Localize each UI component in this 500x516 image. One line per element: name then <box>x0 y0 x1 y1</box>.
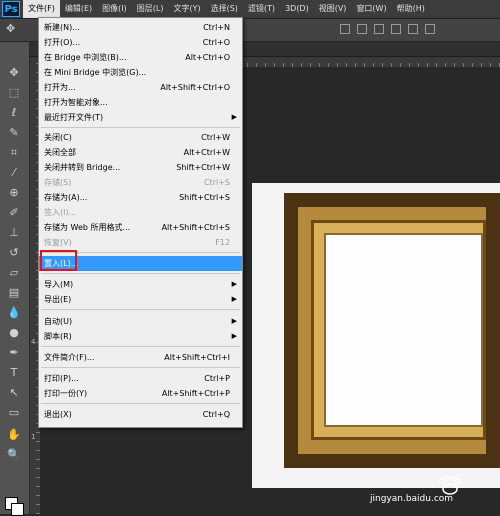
menu-item-exit[interactable]: 退出(X) Ctrl+Q <box>39 407 242 422</box>
shape-icon[interactable]: ▭ <box>6 406 22 420</box>
menu-item-save[interactable]: 存储(S) Ctrl+S <box>39 175 242 190</box>
menu-item-open-smart-object[interactable]: 打开为智能对象... <box>39 95 242 110</box>
path-select-icon[interactable]: ↖ <box>6 386 22 400</box>
healing-brush-icon[interactable]: ⊕ <box>6 186 22 200</box>
submenu-arrow-icon: ▶ <box>231 295 237 303</box>
menu-edit[interactable]: 编辑(E) <box>60 0 97 18</box>
blur-icon[interactable]: 💧 <box>6 306 22 320</box>
align-top-icon[interactable] <box>340 24 350 34</box>
menu-separator <box>41 346 240 347</box>
menu-separator <box>41 367 240 368</box>
menu-item-revert[interactable]: 恢复(V) F12 <box>39 235 242 250</box>
menu-item-save-for-web[interactable]: 存储为 Web 所用格式... Alt+Shift+Ctrl+S <box>39 220 242 235</box>
align-center-icon[interactable] <box>408 24 418 34</box>
menu-item-check-in[interactable]: 签入(I)... <box>39 205 242 220</box>
marquee-icon[interactable]: ⬚ <box>6 86 22 100</box>
menu-item-export[interactable]: 导出(E) ▶ <box>39 292 242 307</box>
pen-icon[interactable]: ✒ <box>6 346 22 360</box>
background-color-swatch[interactable] <box>11 503 24 516</box>
photoshop-logo: Ps <box>2 1 20 17</box>
submenu-arrow-icon: ▶ <box>231 280 237 288</box>
brush-icon[interactable]: ✐ <box>6 206 22 220</box>
file-menu-dropdown: 新建(N)... Ctrl+N 打开(O)... Ctrl+O 在 Bridge 中… <box>38 17 243 428</box>
clone-stamp-icon[interactable]: ⊥ <box>6 226 22 240</box>
move-tool-icon[interactable]: ✥ <box>6 22 20 36</box>
hand-icon[interactable]: ✋ <box>6 428 22 442</box>
menu-item-close[interactable]: 关闭(C) Ctrl+W <box>39 130 242 145</box>
menu-item-browse-bridge[interactable]: 在 Bridge 中浏览(B)... Alt+Ctrl+O <box>39 50 242 65</box>
move-icon[interactable]: ✥ <box>6 66 22 80</box>
picture-frame-image <box>284 193 500 468</box>
ruler-label: 4 <box>31 338 36 346</box>
zoom-icon[interactable]: 🔍 <box>6 448 22 462</box>
gradient-icon[interactable]: ▤ <box>6 286 22 300</box>
crop-icon[interactable]: ⌗ <box>6 146 22 160</box>
menu-window[interactable]: 窗口(W) <box>351 0 391 18</box>
baidu-paw-logo <box>438 475 462 495</box>
dodge-icon[interactable]: ● <box>6 326 22 340</box>
align-icons <box>340 24 435 34</box>
menu-item-save-as[interactable]: 存储为(A)... Shift+Ctrl+S <box>39 190 242 205</box>
menu-type[interactable]: 文字(Y) <box>168 0 205 18</box>
watermark-text: jingyan.baidu.com <box>370 494 454 504</box>
menu-separator <box>41 403 240 404</box>
menu-3d[interactable]: 3D(D) <box>280 0 314 18</box>
menu-help[interactable]: 帮助(H) <box>392 0 430 18</box>
align-bottom-icon[interactable] <box>374 24 384 34</box>
menu-item-close-go-bridge[interactable]: 关闭并转到 Bridge... Shift+Ctrl+W <box>39 160 242 175</box>
menu-item-file-info[interactable]: 文件简介(F)... Alt+Shift+Ctrl+I <box>39 350 242 365</box>
ruler-label: 1 <box>31 433 36 441</box>
menu-select[interactable]: 选择(S) <box>206 0 243 18</box>
submenu-arrow-icon: ▶ <box>231 332 237 340</box>
tools-panel: ✥ ⬚ ℓ ✎ ⌗ ⁄ ⊕ ✐ ⊥ ↺ ▱ ▤ 💧 ● ✒ T ↖ ▭ ✋ 🔍 <box>0 42 30 516</box>
frame-molding <box>311 220 486 440</box>
eyedropper-icon[interactable]: ⁄ <box>6 166 22 180</box>
menu-separator <box>41 127 240 128</box>
menu-item-scripts[interactable]: 脚本(R) ▶ <box>39 329 242 344</box>
menu-layer[interactable]: 图层(L) <box>132 0 169 18</box>
menu-image[interactable]: 图像(I) <box>97 0 132 18</box>
type-icon[interactable]: T <box>6 366 22 380</box>
lasso-icon[interactable]: ℓ <box>6 106 22 120</box>
align-middle-icon[interactable] <box>357 24 367 34</box>
menu-item-print-one-copy[interactable]: 打印一份(Y) Alt+Shift+Ctrl+P <box>39 386 242 401</box>
menu-item-open-as[interactable]: 打开为... Alt+Shift+Ctrl+O <box>39 80 242 95</box>
menu-item-import[interactable]: 导入(M) ▶ <box>39 277 242 292</box>
menu-separator <box>41 273 240 274</box>
submenu-arrow-icon: ▶ <box>231 113 237 121</box>
eraser-icon[interactable]: ▱ <box>6 266 22 280</box>
align-left-icon[interactable] <box>391 24 401 34</box>
history-brush-icon[interactable]: ↺ <box>6 246 22 260</box>
menu-item-browse-mini-bridge[interactable]: 在 Mini Bridge 中浏览(G)... <box>39 65 242 80</box>
menu-view[interactable]: 视图(V) <box>314 0 352 18</box>
menu-item-recent-files[interactable]: 最近打开文件(T) ▶ <box>39 110 242 125</box>
menu-file[interactable]: 文件(F) <box>23 0 60 18</box>
menu-separator <box>41 309 240 310</box>
submenu-arrow-icon: ▶ <box>231 317 237 325</box>
menu-item-close-all[interactable]: 关闭全部 Alt+Ctrl+W <box>39 145 242 160</box>
menu-item-automate[interactable]: 自动(U) ▶ <box>39 314 242 329</box>
highlight-box <box>40 250 77 271</box>
menu-item-print[interactable]: 打印(P)... Ctrl+P <box>39 371 242 386</box>
quick-select-icon[interactable]: ✎ <box>6 126 22 140</box>
menu-item-open[interactable]: 打开(O)... Ctrl+O <box>39 35 242 50</box>
align-right-icon[interactable] <box>425 24 435 34</box>
menu-filter[interactable]: 滤镜(T) <box>243 0 280 18</box>
menu-item-new[interactable]: 新建(N)... Ctrl+N <box>39 20 242 35</box>
frame-mat <box>324 233 483 427</box>
